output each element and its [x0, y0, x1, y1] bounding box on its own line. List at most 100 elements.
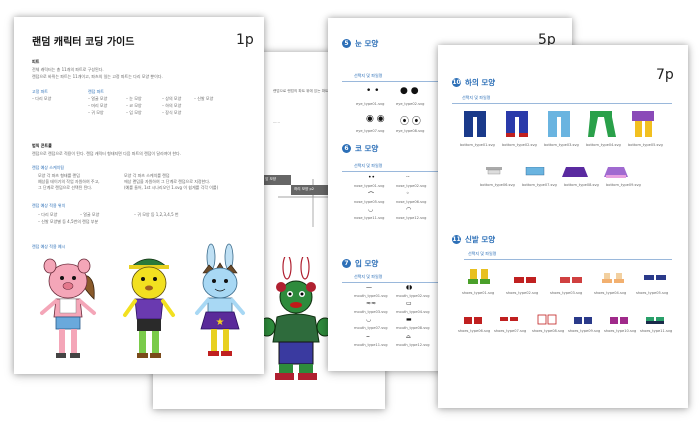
page-number: 7p: [656, 67, 674, 83]
sub-text: – 신발 모양별 등 4,5번의 랜덤 부분: [38, 219, 99, 224]
nose-icon: ··: [406, 174, 410, 181]
bottom-icon: [562, 167, 588, 177]
mouth-icon: ⌣: [366, 333, 370, 340]
bottom-icon: [506, 111, 528, 137]
bottom-icon: [486, 167, 502, 175]
filename: nose_type02.svg: [396, 184, 427, 188]
filename: bottom_type05.svg: [628, 143, 663, 147]
section-heading: 피트: [32, 59, 40, 64]
list-item: – 상의 모양: [162, 96, 182, 101]
filename: nose_type11.svg: [354, 216, 385, 220]
filename: eye_type07.svg: [356, 129, 385, 133]
list-item: – 코 모양: [126, 103, 142, 108]
section-heading: 7입 모양: [342, 258, 378, 269]
filename: nose_type12.svg: [396, 216, 427, 220]
shoe-icon: [468, 269, 490, 284]
divider: [452, 103, 672, 104]
section-heading: 법칙 콘트롤: [32, 143, 52, 148]
sub-heading: 선택지 및 파일명: [462, 95, 491, 100]
list-item: – 하의 모양: [162, 103, 182, 108]
mouth-icon: ◡: [366, 316, 372, 323]
sub-heading: 선택지 및 파일명: [468, 251, 497, 256]
filename: mouth_type11.svg: [354, 343, 388, 347]
character-bunny: ★: [195, 243, 245, 356]
character-green: [258, 257, 334, 380]
filename: shoes_type04.svg: [594, 291, 627, 295]
divider: [342, 81, 442, 82]
filename: shoes_type10.svg: [604, 329, 637, 333]
divider: [342, 171, 442, 172]
shoes-row-1: [468, 269, 666, 284]
filename: shoes_type08.svg: [532, 329, 565, 333]
list-item: – 눈 모양: [126, 96, 142, 101]
bottom-icon: [604, 167, 628, 178]
filename: mouth_type02.svg: [396, 294, 430, 298]
filename: bottom_type06.svg: [480, 183, 515, 187]
bottoms-row-2: [486, 167, 628, 178]
shoe-icon: [514, 277, 536, 283]
list-item: – 다리 모양: [32, 96, 52, 101]
eye-icon: • •: [366, 86, 380, 96]
sub-text: – 얼굴 모양: [80, 212, 100, 217]
filename: bottom_type02.svg: [502, 143, 537, 147]
filename: bottom_type07.svg: [522, 183, 557, 187]
filename: bottom_type03.svg: [544, 143, 579, 147]
filename: shoes_type06.svg: [458, 329, 491, 333]
filename: nose_type05.svg: [354, 200, 385, 204]
sub-text: (예를 들어, 1st 시나리오인 1.svg 이 쉽게를 각각 이를): [124, 185, 219, 190]
flow-label-1: 앞 모양: [265, 177, 277, 181]
filename: eye_type08.svg: [396, 129, 425, 133]
shoe-icon: [646, 317, 664, 324]
filename: shoes_type09.svg: [568, 329, 601, 333]
flow-label-2: 하리 모양 p2: [294, 187, 315, 191]
page-number: 1p: [236, 32, 254, 48]
filename: eye_type02.svg: [396, 102, 425, 106]
shoe-icon: [610, 317, 628, 324]
character-pig: [40, 258, 96, 358]
mouth-icon: ▬: [406, 316, 412, 323]
shoe-icon: [574, 317, 592, 324]
filename: shoes_type02.svg: [506, 291, 539, 295]
shoes-row-2: [464, 314, 664, 325]
sub-text: 그 단계로 랜덤으로 선택된 된다.: [38, 185, 93, 190]
shoe-icon: [602, 273, 624, 283]
section-badge: 7: [342, 259, 351, 268]
nose-icon: ◠: [406, 206, 412, 213]
filename: mouth_type04.svg: [396, 310, 430, 314]
filename: bottom_type01.svg: [460, 143, 495, 147]
svg-text:★: ★: [216, 317, 225, 328]
sub-heading: 선택지 및 파일명: [354, 73, 383, 78]
page-1: 랜덤 캐릭터 코딩 가이드 1p 피트 전체 캐릭터는 총 11개의 파트로 구…: [14, 17, 264, 374]
sub-text: – 다리 모양: [38, 212, 58, 217]
eye-icon: ◉ ◉: [366, 114, 385, 124]
shoe-icon: [537, 314, 557, 325]
filename: bottom_type09.svg: [606, 183, 641, 187]
list-item: – 장식 모양: [162, 110, 182, 115]
filename: mouth_type12.svg: [396, 343, 430, 347]
bottoms-row-1: [464, 111, 654, 137]
character-bear: [123, 258, 175, 358]
shoe-icon: [500, 317, 518, 324]
list-item: – 입 모양: [126, 110, 142, 115]
bottom-icon: [588, 111, 616, 137]
nose-icon: ◦: [406, 190, 410, 197]
filename: bottom_type08.svg: [564, 183, 599, 187]
shoe-icon: [464, 317, 482, 324]
filename: shoes_type11.svg: [640, 329, 673, 333]
sub-text: – 귀 모양 등 1,2,3,4,5 번: [134, 212, 179, 217]
mid-text-2: ......: [273, 120, 280, 124]
filename: bottom_type04.svg: [586, 143, 621, 147]
page-title: 랜덤 캐릭터 코딩 가이드: [32, 37, 135, 48]
filename: mouth_type01.svg: [354, 294, 388, 298]
nose-icon: ⌒: [368, 192, 375, 199]
bottom-icon: [525, 167, 545, 176]
filename: eye_type01.svg: [356, 102, 385, 106]
section-heading: 6코 모양: [342, 143, 378, 154]
filename: nose_type01.svg: [354, 184, 385, 188]
filename: shoes_type05.svg: [636, 291, 669, 295]
filename: nose_type06.svg: [396, 200, 427, 204]
filename: mouth_type08.svg: [396, 326, 430, 330]
section-badge: 11: [452, 235, 461, 244]
sub-heading: 선택지 및 파일명: [354, 163, 383, 168]
list-item: – 신발 모양: [194, 96, 214, 101]
